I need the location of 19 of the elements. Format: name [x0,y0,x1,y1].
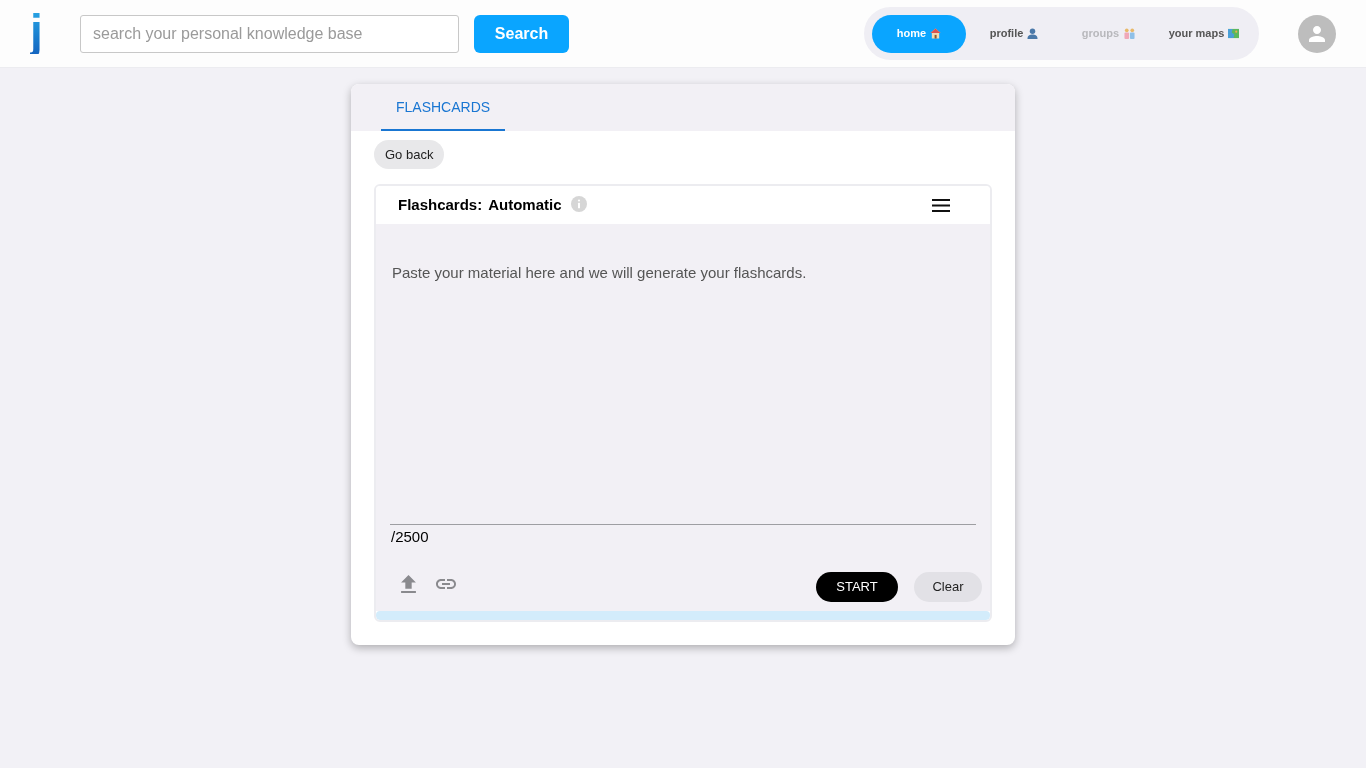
people-icon [1123,28,1137,39]
menu-icon[interactable] [932,198,950,212]
house-icon [930,28,942,39]
nav-link[interactable]: profile [967,14,1061,53]
avatar-icon[interactable] [1298,14,1336,53]
panel-title: Flashcards: [398,194,483,215]
clear-button[interactable]: Clear [914,572,982,602]
upload-icon[interactable] [401,575,416,593]
map-icon [1228,28,1240,39]
search-field[interactable]: search your personal knowledge base [80,14,459,53]
character-count: /2500 [391,528,429,546]
link-icon[interactable] [436,579,456,589]
tab[interactable]: FLASHCARDS [381,86,506,131]
go-back-button[interactable]: Go back [374,140,445,169]
start-button[interactable]: START [816,572,898,602]
person-icon [1027,28,1039,39]
material-text-area[interactable]: Paste your material here and we will generate your flashcards. [376,224,990,524]
nav-link[interactable]: your maps [1157,14,1251,53]
mode-label: Automatic [488,194,562,215]
